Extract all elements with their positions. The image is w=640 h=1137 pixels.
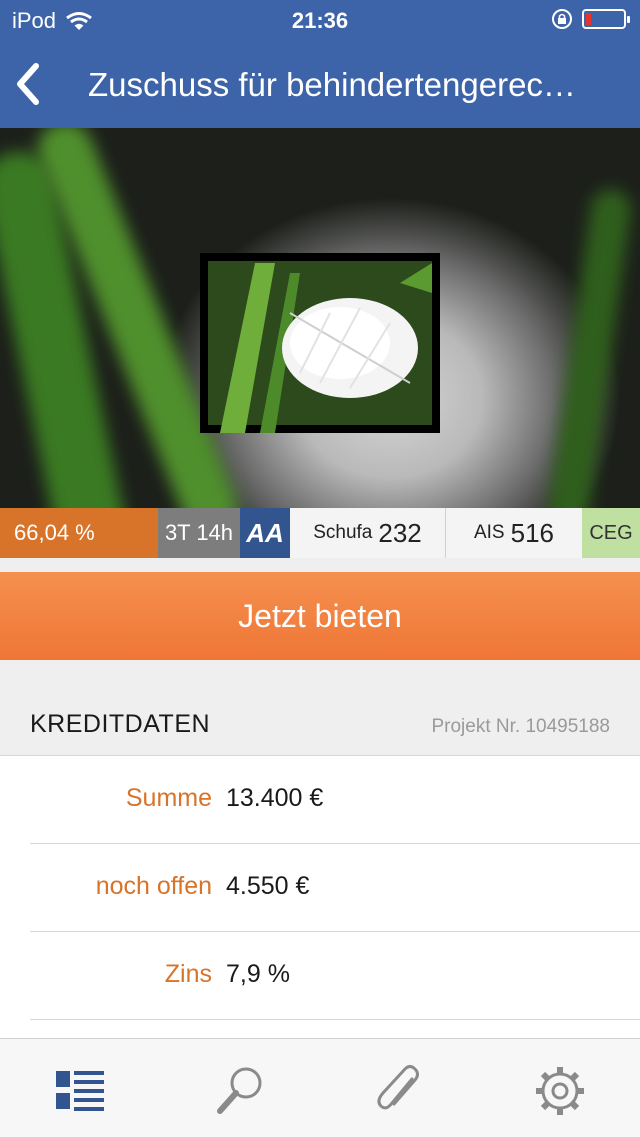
page-title: Zuschuss für behindertengerec… (88, 66, 576, 103)
tab-bar (0, 1038, 640, 1137)
gear-icon (536, 1067, 584, 1115)
top-bar: iPod 21:36 Zuschuss für behindertengerec… (0, 0, 640, 128)
ceg-badge: CEG (582, 508, 640, 558)
list-item: noch offen 4.550 € (0, 844, 640, 932)
funded-percent: 66,04 % (0, 508, 158, 558)
search-icon (217, 1067, 262, 1114)
tab-settings[interactable] (530, 1061, 590, 1121)
row-label: Zins (164, 960, 212, 988)
row-label: noch offen (95, 872, 212, 900)
status-time: 21:36 (291, 8, 349, 33)
battery-level (586, 13, 591, 25)
schufa-value: 232 (378, 517, 422, 548)
rating-badge: AA (240, 508, 290, 558)
project-thumbnail[interactable] (200, 253, 440, 433)
time-left: 3T 14h (158, 508, 240, 558)
chevron-left-icon (17, 63, 39, 105)
row-value: 13.400 € (226, 784, 324, 812)
feather-image (208, 261, 432, 433)
back-button[interactable] (10, 58, 60, 110)
list-item (0, 1020, 640, 1040)
section-title: KREDITDATEN (30, 710, 211, 738)
schufa-label: Schufa (313, 522, 373, 543)
ais-label: AIS (473, 522, 505, 543)
list-item: Zins 7,9 % (0, 932, 640, 1020)
row-value: 7,9 % (226, 960, 290, 988)
battery-icon (582, 9, 630, 29)
credit-data-list: Summe 13.400 € noch offen 4.550 € Zins 7… (0, 755, 640, 1040)
project-image-background (0, 128, 640, 508)
tab-attachments[interactable] (370, 1061, 430, 1121)
tab-projects[interactable] (50, 1061, 110, 1121)
project-number: Projekt Nr. 10495188 (431, 716, 610, 737)
paperclip-icon (377, 1065, 419, 1110)
list-item: Summe 13.400 € (0, 756, 640, 844)
ais-value: 516 (510, 517, 554, 548)
list-icon (56, 1071, 104, 1111)
tab-search[interactable] (210, 1061, 270, 1121)
navigation-bar: Zuschuss für behindertengerec… (0, 48, 640, 120)
schufa-score: Schufa 232 (290, 508, 446, 558)
status-bar: iPod 21:36 (0, 0, 640, 40)
bid-button[interactable]: Jetzt bieten (0, 572, 640, 660)
row-label: Summe (125, 784, 212, 812)
project-stats-bar: 66,04 % 3T 14h AA Schufa 232 AIS 516 CEG (0, 508, 640, 558)
ais-score: AIS 516 (446, 508, 582, 558)
orientation-lock-icon (552, 9, 572, 29)
row-value: 4.550 € (226, 872, 310, 900)
section-header: KREDITDATEN Projekt Nr. 10495188 (0, 696, 640, 754)
